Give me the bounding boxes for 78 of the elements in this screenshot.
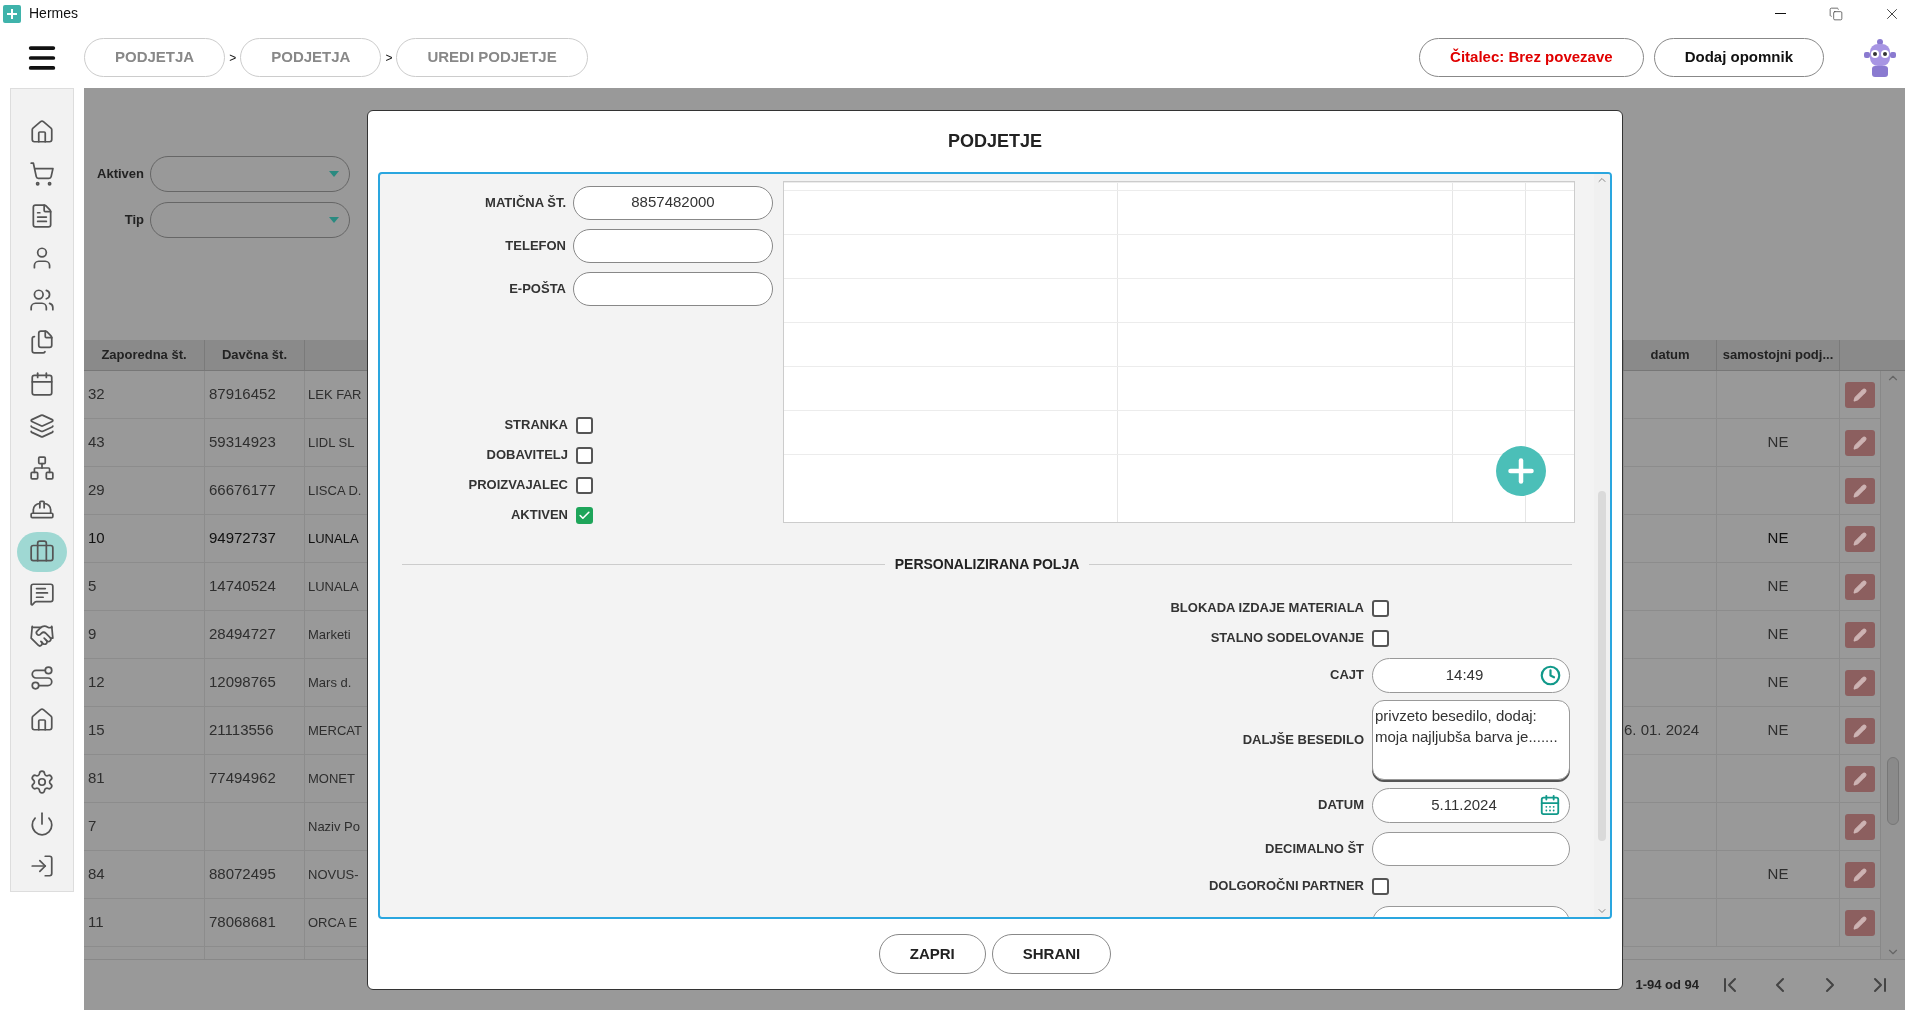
table-cell: NE xyxy=(1717,707,1840,754)
table-cell: 10 xyxy=(84,515,205,562)
table-cell: NE xyxy=(1717,563,1840,610)
table-cell: NE xyxy=(1717,419,1840,466)
column-header[interactable]: samostojni podj... xyxy=(1717,340,1840,370)
table-cell: 78068681 xyxy=(205,899,305,946)
window-title: Hermes xyxy=(29,4,78,23)
table-cell-text: ORCA E xyxy=(307,913,359,932)
table-cell: 7 xyxy=(84,803,205,850)
table-cell: 32 xyxy=(84,371,205,418)
table-cell: 94972737 xyxy=(205,515,305,562)
table-cell: 12 xyxy=(84,659,205,706)
table-cell: 21113556 xyxy=(205,707,305,754)
table-cell: NE xyxy=(1717,611,1840,658)
breadcrumb[interactable]: PODJETJA xyxy=(240,38,382,77)
time-field[interactable]: 14:49 xyxy=(1372,657,1570,693)
table-cell: 59314923 xyxy=(205,419,305,466)
field-label: BLOKADA IZDAJE MATERIALA xyxy=(1170,599,1364,618)
table-cell: 66676177 xyxy=(205,467,305,514)
filter-label: Aktiven xyxy=(96,165,144,184)
field-label: DATUM xyxy=(1318,796,1364,815)
table-cell-text: Mars d. xyxy=(307,673,353,692)
table-cell-text: NOVUS- xyxy=(307,865,360,884)
table-cell: 77494962 xyxy=(205,755,305,802)
checkbox-label: PROIZVAJALEC xyxy=(468,476,568,495)
field-label: STALNO SODELOVANJE xyxy=(1210,629,1364,648)
table-cell: NE xyxy=(1717,659,1840,706)
table-cell-text: LUNALA xyxy=(307,577,360,596)
table-cell: NE xyxy=(1717,515,1840,562)
dialog-title: PODJETJE xyxy=(947,130,1042,153)
table-cell: 12098765 xyxy=(205,659,305,706)
table-cell: 14740524 xyxy=(205,563,305,610)
checkbox-label: STRANKA xyxy=(504,416,568,435)
table-cell: NE xyxy=(1717,851,1840,898)
column-header[interactable]: Davčna št. xyxy=(205,340,305,370)
field-label: E-POŠTA xyxy=(509,279,566,298)
table-cell: 81 xyxy=(84,755,205,802)
section-title: PERSONALIZIRANA POLJA xyxy=(893,555,1081,574)
field-label: DALJŠE BESEDILO xyxy=(1242,731,1364,750)
breadcrumb[interactable]: UREDI PODJETJE xyxy=(396,38,588,77)
pagination-range: 1-94 od 94 xyxy=(1635,975,1699,994)
table-cell-text: MONET xyxy=(307,769,356,788)
table-cell: 43 xyxy=(84,419,205,466)
breadcrumb-separator: > xyxy=(385,49,393,67)
field-label: MATIČNA ŠT. xyxy=(485,193,566,212)
checkbox-label: DOBAVITELJ xyxy=(486,446,568,465)
table-cell: 11 xyxy=(84,899,205,946)
save-button[interactable]: SHRANI xyxy=(991,934,1112,974)
table-cell: 84 xyxy=(84,851,205,898)
field-label: TELEFON xyxy=(505,236,566,255)
table-cell-text: LUNALA xyxy=(307,529,360,548)
text-area[interactable]: privzeto besedilo, dodaj: moja najljubša barva je....... xyxy=(1372,700,1570,780)
field-label: CAJT xyxy=(1330,666,1364,685)
breadcrumb-separator: > xyxy=(229,49,237,67)
field-label: DOLGOROČNI PARTNER xyxy=(1208,877,1364,896)
column-header[interactable]: Zaporedna št. xyxy=(84,340,205,370)
filter-label: Tip xyxy=(123,211,144,230)
table-cell-text: Marketi xyxy=(307,625,352,644)
breadcrumb[interactable]: PODJETJA xyxy=(84,38,226,77)
table-cell: 87916452 xyxy=(205,371,305,418)
table-cell-text: LIDL SL xyxy=(307,433,356,452)
table-cell-text: LISCA D. xyxy=(307,481,363,500)
table-cell-text: Naziv Po xyxy=(307,817,362,836)
input-field[interactable]: 8857482000 xyxy=(573,185,773,220)
reader-status-button[interactable]: Čitalec: Brez povezave xyxy=(1419,38,1644,77)
date-field[interactable]: 5.11.2024 xyxy=(1372,787,1570,823)
table-cell: 28494727 xyxy=(205,611,305,658)
table-cell-text: MERCAT xyxy=(307,721,363,740)
table-cell: 9 xyxy=(84,611,205,658)
table-cell: 15 xyxy=(84,707,205,754)
reminder-button[interactable]: Dodaj opomnik xyxy=(1653,38,1824,77)
table-cell: 29 xyxy=(84,467,205,514)
checkbox-label: AKTIVEN xyxy=(510,506,568,525)
table-cell: 88072495 xyxy=(205,851,305,898)
field-label: DECIMALNO ŠT xyxy=(1265,840,1364,859)
table-cell-text: LEK FAR xyxy=(307,385,363,404)
close-dialog-button[interactable]: ZAPRI xyxy=(878,934,986,974)
table-cell: 5 xyxy=(84,563,205,610)
